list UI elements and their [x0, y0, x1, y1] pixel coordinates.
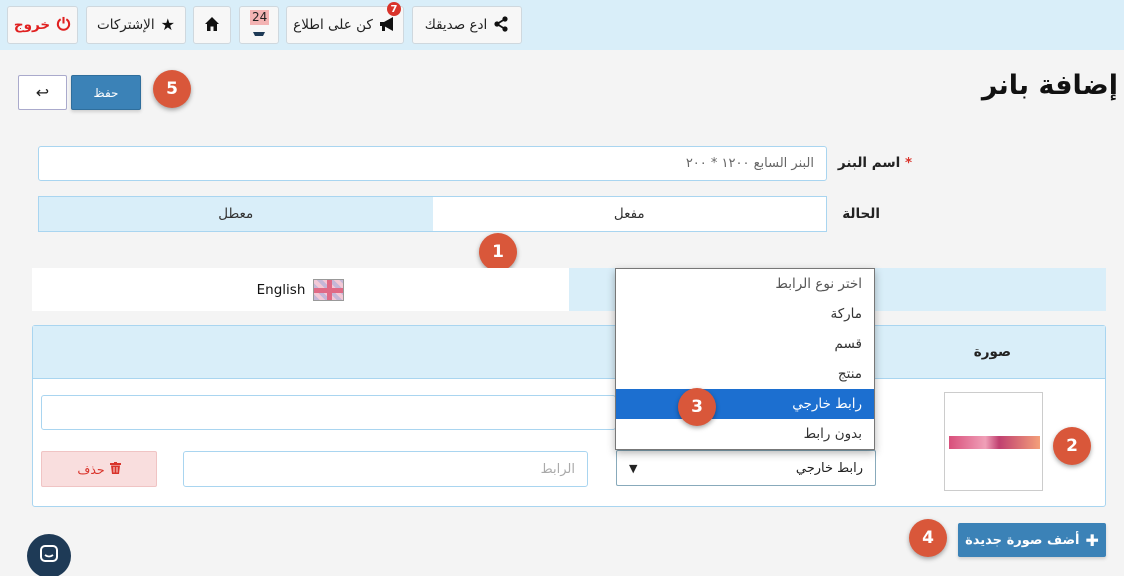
logout-label: خروج — [13, 17, 51, 33]
invite-label: ادع صديقك — [424, 17, 488, 33]
delete-label: حذف — [77, 461, 105, 477]
image-alt-input[interactable] — [41, 395, 616, 430]
stay-informed-button[interactable]: كن على اطلاع 7 — [286, 2, 404, 44]
status-toggle: معطل مفعل — [38, 196, 827, 232]
notify-badge: 7 — [387, 2, 401, 16]
link-type-value: رابط خارجي — [795, 460, 863, 476]
banner-name-label-text: اسم البنر — [837, 155, 901, 171]
home-icon — [204, 16, 220, 35]
share-icon — [493, 15, 509, 35]
trash-icon — [109, 461, 121, 477]
banner-images-panel: صورة رابط خارجي ▼ الرابط حذف — [32, 325, 1106, 507]
megaphone-icon — [379, 16, 397, 35]
caret-down-icon: ▼ — [629, 461, 638, 475]
invite-friend-button[interactable]: ادع صديقك — [412, 6, 522, 44]
chat-icon — [39, 544, 59, 568]
bell-icon — [251, 25, 267, 41]
tab-english[interactable]: English — [32, 268, 569, 311]
language-tabs: English — [32, 268, 1106, 311]
step-marker-4: 4 — [909, 519, 947, 557]
status-enabled-option[interactable]: مفعل — [432, 197, 826, 231]
image-column-header: صورة — [973, 344, 1011, 360]
link-type-option[interactable]: بدون رابط — [616, 419, 874, 449]
notify-label: كن على اطلاع — [293, 17, 373, 33]
power-icon — [56, 16, 71, 34]
status-disabled-option[interactable]: معطل — [39, 197, 433, 231]
link-url-placeholder: الرابط — [540, 461, 575, 477]
status-label: الحالة — [842, 206, 880, 222]
top-bar: ادع صديقك كن على اطلاع 7 24 الإشتركات ★ … — [0, 0, 1124, 50]
logout-button[interactable]: خروج — [7, 6, 78, 44]
banner-image-preview — [949, 436, 1040, 449]
chat-launcher-button[interactable] — [27, 534, 71, 576]
plus-icon: ✚ — [1085, 530, 1099, 550]
step-marker-3: 3 — [678, 388, 716, 426]
link-type-dropdown: اختر نوع الرابط ماركة قسم منتج رابط خارج… — [615, 268, 875, 450]
add-image-button[interactable]: ✚ أضف صورة جديدة — [958, 523, 1106, 557]
star-icon: ★ — [160, 15, 175, 34]
back-arrow-icon: ↩ — [35, 83, 50, 102]
add-image-label: أضف صورة جديدة — [965, 532, 1080, 548]
messages-badge: 24 — [250, 10, 270, 25]
link-type-option[interactable]: ماركة — [616, 299, 874, 329]
tab-english-label: English — [256, 281, 306, 298]
subscriptions-label: الإشتركات — [97, 17, 155, 33]
step-marker-2: 2 — [1053, 427, 1091, 465]
home-button[interactable] — [193, 6, 231, 44]
banner-name-value: البنر السابع ١٢٠٠ * ٢٠٠ — [685, 156, 814, 171]
save-button[interactable]: حفظ — [71, 75, 141, 110]
link-type-option[interactable]: قسم — [616, 329, 874, 359]
banner-image-thumbnail[interactable] — [944, 392, 1043, 491]
messages-button[interactable]: 24 — [239, 6, 279, 44]
link-type-option-selected[interactable]: رابط خارجي — [616, 389, 874, 419]
panel-header: صورة — [33, 326, 1105, 379]
banner-name-input[interactable]: البنر السابع ١٢٠٠ * ٢٠٠ — [38, 146, 827, 181]
uk-flag-icon — [313, 278, 345, 301]
step-marker-1: 1 — [479, 233, 517, 271]
required-mark: * — [904, 155, 912, 171]
link-url-input[interactable]: الرابط — [183, 451, 588, 487]
back-button[interactable]: ↩ — [18, 75, 67, 110]
link-type-option[interactable]: منتج — [616, 359, 874, 389]
page-title: إضافة بانر — [981, 70, 1118, 101]
link-type-select[interactable]: رابط خارجي ▼ — [616, 450, 876, 486]
delete-image-button[interactable]: حذف — [41, 451, 157, 487]
subscriptions-button[interactable]: الإشتركات ★ — [86, 6, 186, 44]
banner-name-label: * اسم البنر — [838, 155, 912, 171]
link-type-option[interactable]: اختر نوع الرابط — [616, 269, 874, 299]
step-marker-5: 5 — [153, 70, 191, 108]
